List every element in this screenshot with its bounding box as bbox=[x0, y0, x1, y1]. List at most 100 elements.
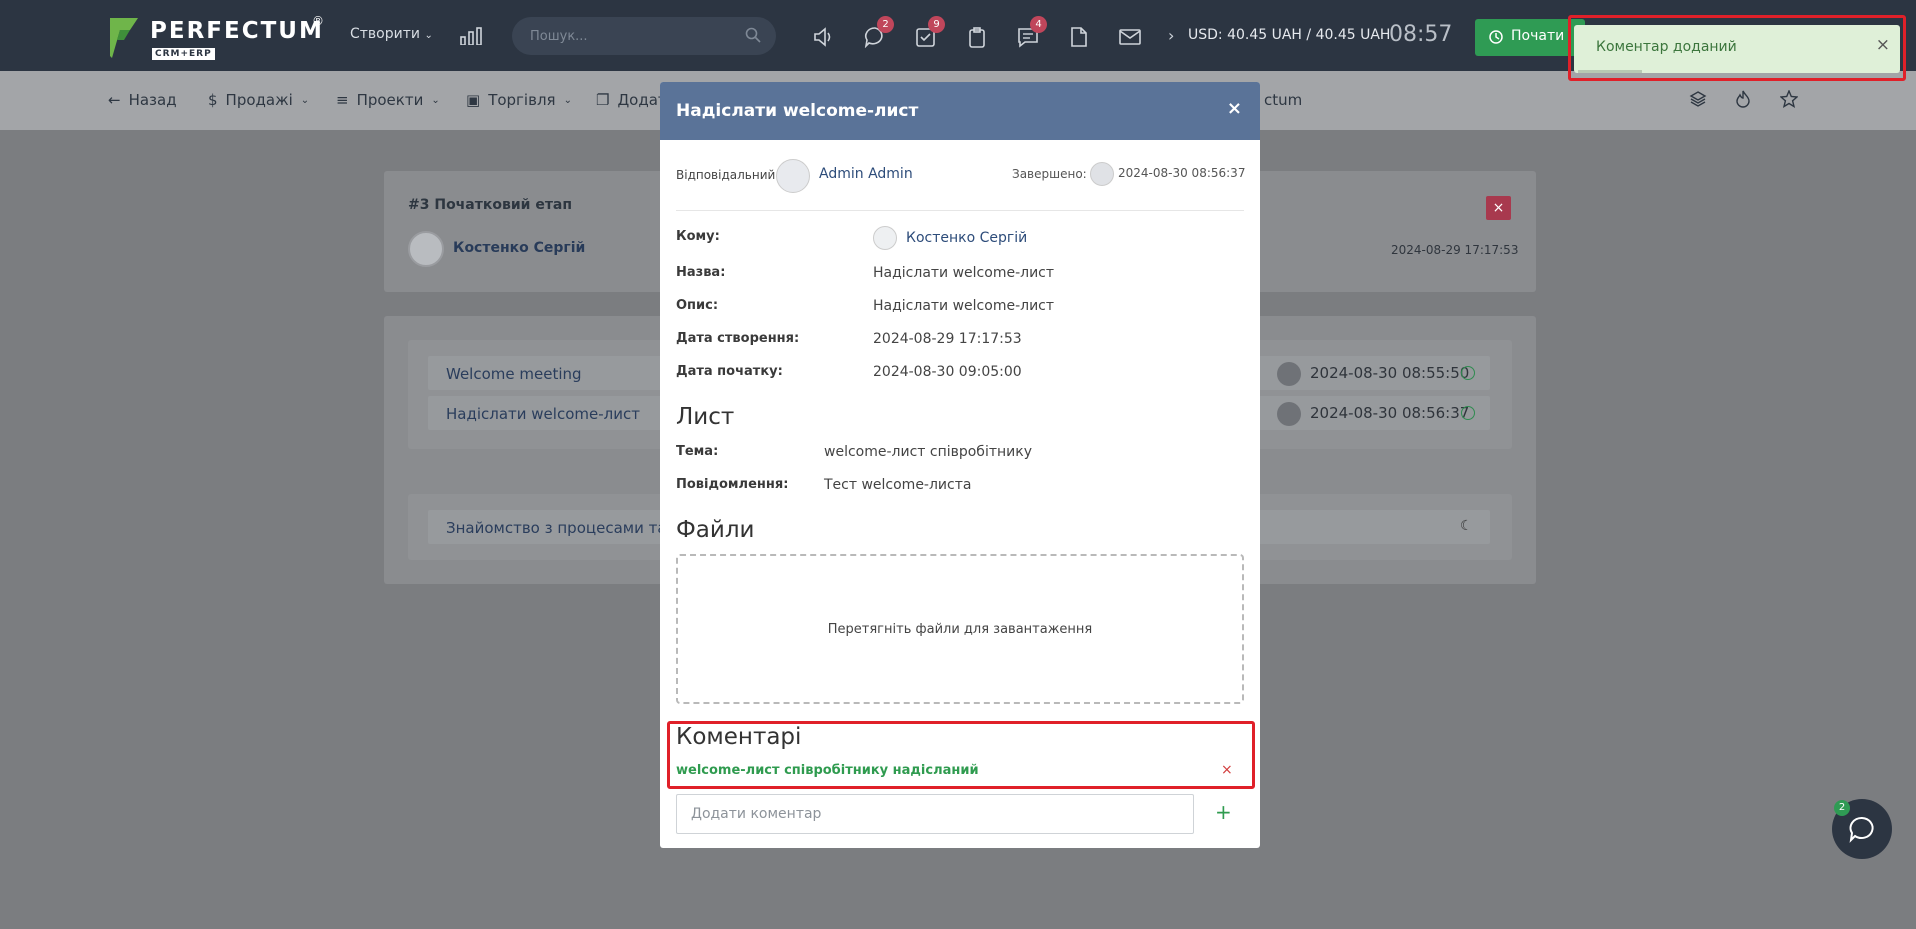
nav-perfectum[interactable]: ctum bbox=[1264, 91, 1302, 109]
field-value: welcome-лист співробітнику bbox=[824, 444, 1032, 460]
stage-date: 2024-08-29 17:17:53 bbox=[1391, 243, 1519, 257]
mail-icon[interactable] bbox=[1117, 24, 1143, 50]
success-toast: Коментар доданий × bbox=[1574, 25, 1900, 73]
responsible-label: Відповідальний bbox=[676, 168, 776, 182]
tasks-badge: 9 bbox=[928, 16, 945, 33]
nav-sales-label: Продажі bbox=[225, 91, 293, 109]
chat-icon[interactable]: 2 bbox=[862, 16, 894, 50]
clipboard-icon[interactable] bbox=[964, 24, 990, 50]
chevron-down-icon: ⌄ bbox=[563, 94, 572, 106]
currency-rate: USD: 40.45 UAH / 40.45 UAH bbox=[1188, 27, 1391, 43]
chat-badge: 2 bbox=[877, 16, 894, 33]
nav-projects[interactable]: ≡ Проекти ⌄ bbox=[336, 91, 440, 109]
search-input[interactable] bbox=[512, 17, 776, 55]
toast-message: Коментар доданий bbox=[1596, 39, 1737, 55]
cart-icon: ▣ bbox=[466, 91, 481, 109]
chevron-down-icon: ⌄ bbox=[300, 94, 310, 106]
fire-icon[interactable] bbox=[1735, 90, 1751, 108]
chat-bubble-icon bbox=[1849, 816, 1874, 843]
copy-icon: ❐ bbox=[596, 91, 610, 109]
nav-sales[interactable]: $ Продажі ⌄ bbox=[208, 91, 309, 109]
nav-trade[interactable]: ▣ Торгівля ⌄ bbox=[466, 91, 572, 109]
stage-title: #3 Початковий етап bbox=[408, 197, 573, 213]
avatar bbox=[1277, 402, 1301, 426]
nav-back[interactable]: ← Назад bbox=[108, 91, 177, 109]
arrow-left-icon: ← bbox=[108, 91, 121, 109]
field-label: Дата початку: bbox=[676, 364, 783, 379]
field-label: Опис: bbox=[676, 298, 719, 313]
file-dropzone[interactable]: Перетягніть файли для завантаження bbox=[676, 554, 1244, 704]
field-value: 2024-08-30 09:05:00 bbox=[873, 364, 1022, 380]
task-link[interactable]: Welcome meeting bbox=[446, 365, 582, 383]
stage-person-link[interactable]: Костенко Сергій bbox=[453, 240, 585, 256]
clock: 08:57 bbox=[1389, 22, 1453, 47]
modal-header: Надіслати welcome-лист × bbox=[660, 82, 1260, 140]
chevron-down-icon: ⌄ bbox=[424, 30, 433, 41]
avatar bbox=[1090, 162, 1114, 186]
start-timer-label: Почати bbox=[1511, 28, 1565, 44]
done-date: 2024-08-30 08:56:37 bbox=[1118, 166, 1246, 180]
bar-chart-icon[interactable] bbox=[460, 27, 482, 45]
create-menu[interactable]: Створити ⌄ bbox=[350, 26, 433, 42]
perfectum-logo-mark-icon bbox=[110, 18, 138, 58]
letter-section-title: Лист bbox=[676, 404, 735, 430]
logo-word: PERFECTUM bbox=[150, 18, 324, 44]
responsible-user-link[interactable]: Admin Admin bbox=[819, 166, 913, 182]
field-label: Повідомлення: bbox=[676, 477, 789, 492]
task-date: 2024-08-30 08:56:37 bbox=[1310, 404, 1470, 422]
toast-close-button[interactable]: × bbox=[1876, 35, 1890, 55]
dollar-icon: $ bbox=[208, 91, 218, 109]
task-link[interactable]: Надіслати welcome-лист bbox=[446, 405, 640, 423]
check-circle-icon bbox=[1461, 406, 1475, 420]
nav-projects-label: Проекти bbox=[356, 91, 424, 109]
admin-avatar bbox=[776, 159, 810, 193]
messages-icon[interactable]: 4 bbox=[1015, 16, 1047, 50]
create-menu-label: Створити bbox=[350, 26, 420, 42]
clock-icon bbox=[1489, 30, 1503, 44]
document-icon[interactable] bbox=[1066, 24, 1092, 50]
comment-input[interactable] bbox=[676, 794, 1194, 834]
field-value: Тест welcome-листа bbox=[824, 477, 972, 493]
messages-badge: 4 bbox=[1030, 16, 1047, 33]
announcements-icon[interactable] bbox=[811, 24, 837, 50]
comments-highlight-box bbox=[667, 721, 1255, 789]
logo-registered: ® bbox=[312, 14, 324, 28]
modal-title: Надіслати welcome-лист bbox=[676, 101, 919, 121]
field-label: Дата створення: bbox=[676, 331, 800, 346]
chevron-right-icon[interactable]: › bbox=[1168, 26, 1174, 45]
nav-trade-label: Торгівля bbox=[488, 91, 556, 109]
support-chat-badge: 2 bbox=[1834, 800, 1850, 816]
tasks-icon[interactable]: 9 bbox=[913, 16, 945, 50]
layers-icon: ≡ bbox=[336, 91, 349, 109]
field-label: Кому: bbox=[676, 229, 720, 244]
chevron-down-icon: ⌄ bbox=[431, 94, 440, 106]
divider bbox=[676, 210, 1244, 211]
recipient-link[interactable]: Костенко Сергій bbox=[906, 230, 1027, 246]
stage-close-button[interactable]: × bbox=[1486, 196, 1511, 220]
field-value: Надіслати welcome-лист bbox=[873, 298, 1055, 314]
star-icon[interactable] bbox=[1780, 90, 1798, 108]
add-comment-button[interactable]: + bbox=[1215, 800, 1232, 824]
task-date: 2024-08-30 08:55:50 bbox=[1310, 364, 1470, 382]
perfectum-logo[interactable]: PERFECTUM ® CRM+ERP bbox=[108, 14, 328, 64]
logo-subtitle: CRM+ERP bbox=[152, 48, 215, 60]
nav-additional[interactable]: ❐ Додат bbox=[596, 91, 667, 109]
files-section-title: Файли bbox=[676, 517, 755, 543]
field-label: Тема: bbox=[676, 444, 719, 459]
nav-perfectum-label: ctum bbox=[1264, 91, 1303, 109]
nav-back-label: Назад bbox=[128, 91, 177, 109]
modal-close-button[interactable]: × bbox=[1227, 98, 1242, 119]
toast-progress-bar bbox=[1578, 70, 1642, 73]
moon-icon: ☾ bbox=[1460, 518, 1473, 534]
field-value: 2024-08-29 17:17:53 bbox=[873, 331, 1022, 347]
layers-icon[interactable] bbox=[1689, 90, 1707, 108]
avatar bbox=[1277, 362, 1301, 386]
field-label: Назва: bbox=[676, 265, 726, 280]
done-label: Завершено: bbox=[1012, 167, 1087, 181]
check-circle-icon bbox=[1461, 366, 1475, 380]
avatar bbox=[873, 226, 897, 250]
dropzone-text: Перетягніть файли для завантаження bbox=[827, 621, 1093, 637]
avatar bbox=[408, 231, 444, 267]
search-icon[interactable] bbox=[745, 27, 761, 43]
field-value: Надіслати welcome-лист bbox=[873, 265, 1055, 281]
